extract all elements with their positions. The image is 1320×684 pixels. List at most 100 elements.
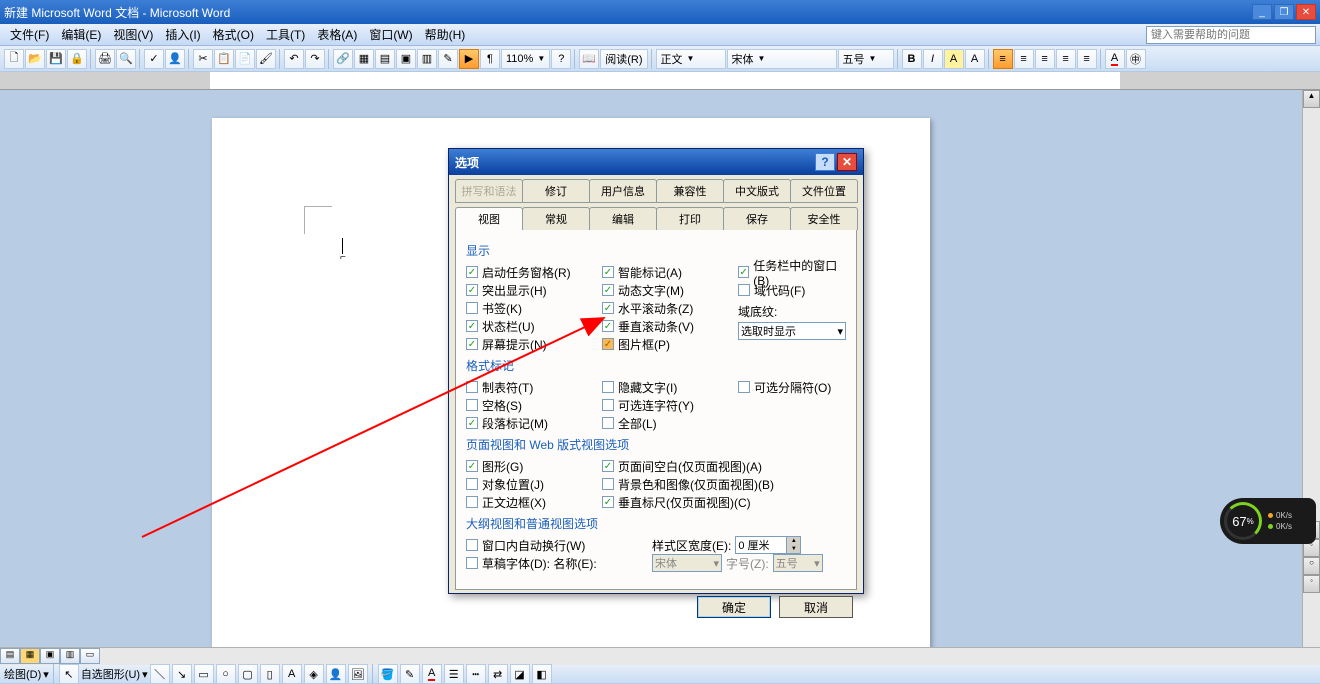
copy-icon[interactable]: 📋	[214, 49, 234, 69]
rectangle-icon[interactable]: ▭	[194, 664, 214, 684]
display-checkbox[interactable]: ✓	[466, 320, 478, 332]
pageweb-checkbox[interactable]	[602, 478, 614, 490]
excel-icon[interactable]: ▣	[396, 49, 416, 69]
vtextbox-icon[interactable]: ▯	[260, 664, 280, 684]
oval-icon[interactable]: ○	[216, 664, 236, 684]
textbox-icon[interactable]: ▢	[238, 664, 258, 684]
style-width-spinner[interactable]: ▲▼	[735, 536, 801, 554]
format-checkbox[interactable]	[466, 399, 478, 411]
browse-object-button[interactable]: ○	[1303, 557, 1320, 575]
diagram-icon[interactable]: ◈	[304, 664, 324, 684]
tab-file-locations[interactable]: 文件位置	[790, 179, 858, 203]
arrow-style-icon[interactable]: ⇄	[488, 664, 508, 684]
cancel-button[interactable]: 取消	[779, 596, 853, 618]
dialog-help-button[interactable]: ?	[815, 153, 835, 171]
select-objects-icon[interactable]: ↖	[59, 664, 79, 684]
dialog-close-button[interactable]: ✕	[837, 153, 857, 171]
tables-icon[interactable]: ▦	[354, 49, 374, 69]
shadow-icon[interactable]: ◪	[510, 664, 530, 684]
display-checkbox[interactable]: ✓	[602, 302, 614, 314]
help-search-input[interactable]	[1146, 26, 1316, 44]
display-checkbox[interactable]: ✓	[466, 266, 478, 278]
display-checkbox[interactable]: ✓	[466, 284, 478, 296]
tab-user-info[interactable]: 用户信息	[589, 179, 657, 203]
tab-security[interactable]: 安全性	[790, 207, 858, 230]
scroll-up-button[interactable]: ▲	[1303, 90, 1320, 108]
text-effects-icon[interactable]: A	[944, 49, 964, 69]
dialog-titlebar[interactable]: 选项 ? ✕	[449, 149, 863, 175]
zoom-combo[interactable]: 110%▼	[501, 49, 550, 69]
permission-icon[interactable]: 🔒	[67, 49, 87, 69]
tab-compat[interactable]: 兼容性	[656, 179, 724, 203]
format-checkbox[interactable]	[602, 399, 614, 411]
format-checkbox[interactable]	[602, 417, 614, 429]
tab-edit[interactable]: 编辑	[589, 207, 657, 230]
horizontal-scrollbar[interactable]: ▤ ▦ ▣ ▥ ▭	[0, 647, 1320, 665]
tab-asian[interactable]: 中文版式	[723, 179, 791, 203]
tab-track-changes[interactable]: 修订	[522, 179, 590, 203]
font-color-icon-2[interactable]: A	[422, 664, 442, 684]
menu-view[interactable]: 视图(V)	[107, 24, 159, 45]
read-button[interactable]: 阅读(R)	[600, 49, 647, 69]
preview-icon[interactable]: 🔍	[116, 49, 136, 69]
pageweb-checkbox[interactable]: ✓	[602, 460, 614, 472]
minimize-button[interactable]: _	[1252, 4, 1272, 20]
menu-tools[interactable]: 工具(T)	[260, 24, 311, 45]
spellcheck-icon[interactable]: ✓	[144, 49, 164, 69]
menu-insert[interactable]: 插入(I)	[159, 24, 206, 45]
draw-menu[interactable]: 绘图(D)	[4, 666, 41, 682]
display-checkbox[interactable]: ✓	[602, 320, 614, 332]
tab-spelling[interactable]: 拼写和语法	[455, 179, 523, 203]
pageweb-checkbox[interactable]: ✓	[466, 460, 478, 472]
show-hide-icon[interactable]: ¶	[480, 49, 500, 69]
arrow-icon[interactable]: ↘	[172, 664, 192, 684]
menu-edit[interactable]: 编辑(E)	[55, 24, 107, 45]
vertical-scrollbar[interactable]: ▲ ▼ ◦ ○ ◦	[1302, 90, 1320, 647]
outline-checkbox[interactable]	[466, 539, 478, 551]
bold-icon[interactable]: B	[902, 49, 922, 69]
columns-icon[interactable]: ▥	[417, 49, 437, 69]
format-painter-icon[interactable]: 🖌	[256, 49, 276, 69]
print-view-button[interactable]: ▣	[40, 648, 60, 664]
speed-widget[interactable]: 67% 0K/s 0K/s	[1220, 498, 1316, 544]
open-icon[interactable]: 📂	[25, 49, 45, 69]
restore-button[interactable]: ❐	[1274, 4, 1294, 20]
display-checkbox[interactable]: ✓	[738, 266, 749, 278]
tab-general[interactable]: 常规	[522, 207, 590, 230]
3d-icon[interactable]: ◧	[532, 664, 552, 684]
display-checkbox[interactable]	[466, 302, 478, 314]
font-size-combo[interactable]: 五号▼	[838, 49, 894, 69]
align-justify-icon[interactable]: ≡	[1056, 49, 1076, 69]
drawing-icon[interactable]: ✎	[438, 49, 458, 69]
insert-table-icon[interactable]: ▤	[375, 49, 395, 69]
menu-table[interactable]: 表格(A)	[311, 24, 363, 45]
font-color-icon[interactable]: A	[1105, 49, 1125, 69]
menu-window[interactable]: 窗口(W)	[363, 24, 418, 45]
format-checkbox[interactable]	[466, 381, 478, 393]
char-border-icon[interactable]: A	[965, 49, 985, 69]
clipart-icon[interactable]: 👤	[326, 664, 346, 684]
doc-map-icon[interactable]: ▶	[459, 49, 479, 69]
paste-icon[interactable]: 📄	[235, 49, 255, 69]
fill-color-icon[interactable]: 🪣	[378, 664, 398, 684]
menu-help[interactable]: 帮助(H)	[419, 24, 472, 45]
align-right-icon[interactable]: ≡	[1035, 49, 1055, 69]
pageweb-checkbox[interactable]: ✓	[602, 496, 614, 508]
display-checkbox[interactable]: ✓	[602, 338, 614, 350]
align-left-icon[interactable]: ≡	[993, 49, 1013, 69]
line-icon[interactable]: ＼	[150, 664, 170, 684]
web-view-button[interactable]: ▦	[20, 648, 40, 664]
format-checkbox[interactable]	[738, 381, 750, 393]
style-width-input[interactable]	[736, 539, 786, 551]
pageweb-checkbox[interactable]	[466, 496, 478, 508]
normal-view-button[interactable]: ▤	[0, 648, 20, 664]
dash-style-icon[interactable]: ┅	[466, 664, 486, 684]
align-center-icon[interactable]: ≡	[1014, 49, 1034, 69]
new-doc-icon[interactable]: 🗋	[4, 49, 24, 69]
menu-format[interactable]: 格式(O)	[207, 24, 260, 45]
print-icon[interactable]: 🖨	[95, 49, 115, 69]
next-page-button[interactable]: ◦	[1303, 575, 1320, 593]
outline-checkbox[interactable]	[466, 557, 478, 569]
tab-view[interactable]: 视图	[455, 207, 523, 230]
save-icon[interactable]: 💾	[46, 49, 66, 69]
